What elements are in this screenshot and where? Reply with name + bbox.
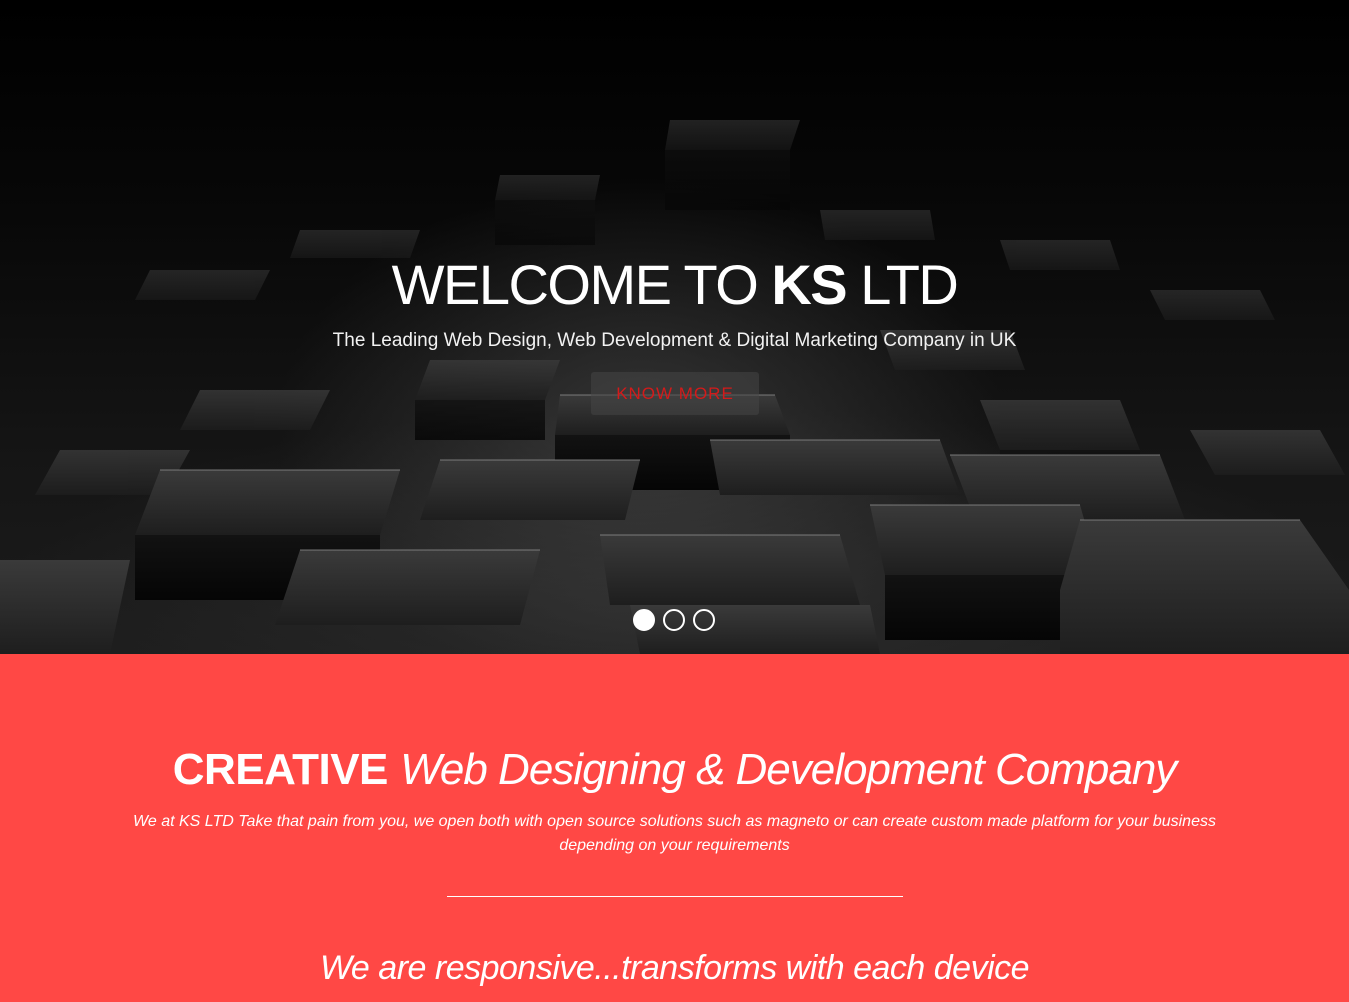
feature-heading-strong: CREATIVE xyxy=(172,745,389,794)
hero-title-prefix: WELCOME TO xyxy=(391,253,772,316)
hero-slider: WELCOME TO KS LTD The Leading Web Design… xyxy=(0,0,1349,654)
feature-heading-rest: Web Designing & Development Company xyxy=(400,745,1177,794)
hero-title: WELCOME TO KS LTD xyxy=(0,250,1349,320)
feature-section: CREATIVE Web Designing & Development Com… xyxy=(0,654,1349,1002)
feature-description: We at KS LTD Take that pain from you, we… xyxy=(133,813,1216,854)
hero-subtitle: The Leading Web Design, Web Development … xyxy=(332,330,1017,351)
hero-title-brand: KS xyxy=(771,253,847,316)
feature-heading: CREATIVE Web Designing & Development Com… xyxy=(0,742,1349,798)
responsive-tagline: We are responsive...transforms with each… xyxy=(319,949,1030,987)
hero-background-cubes xyxy=(0,120,1349,654)
know-more-button[interactable]: KNOW MORE xyxy=(591,372,759,415)
slide-dot-3[interactable] xyxy=(693,609,715,631)
section-divider xyxy=(447,896,903,897)
slider-pagination xyxy=(633,609,715,631)
hero-title-suffix: LTD xyxy=(846,253,959,316)
slide-dot-2[interactable] xyxy=(663,609,685,631)
slide-dot-1[interactable] xyxy=(633,609,655,631)
